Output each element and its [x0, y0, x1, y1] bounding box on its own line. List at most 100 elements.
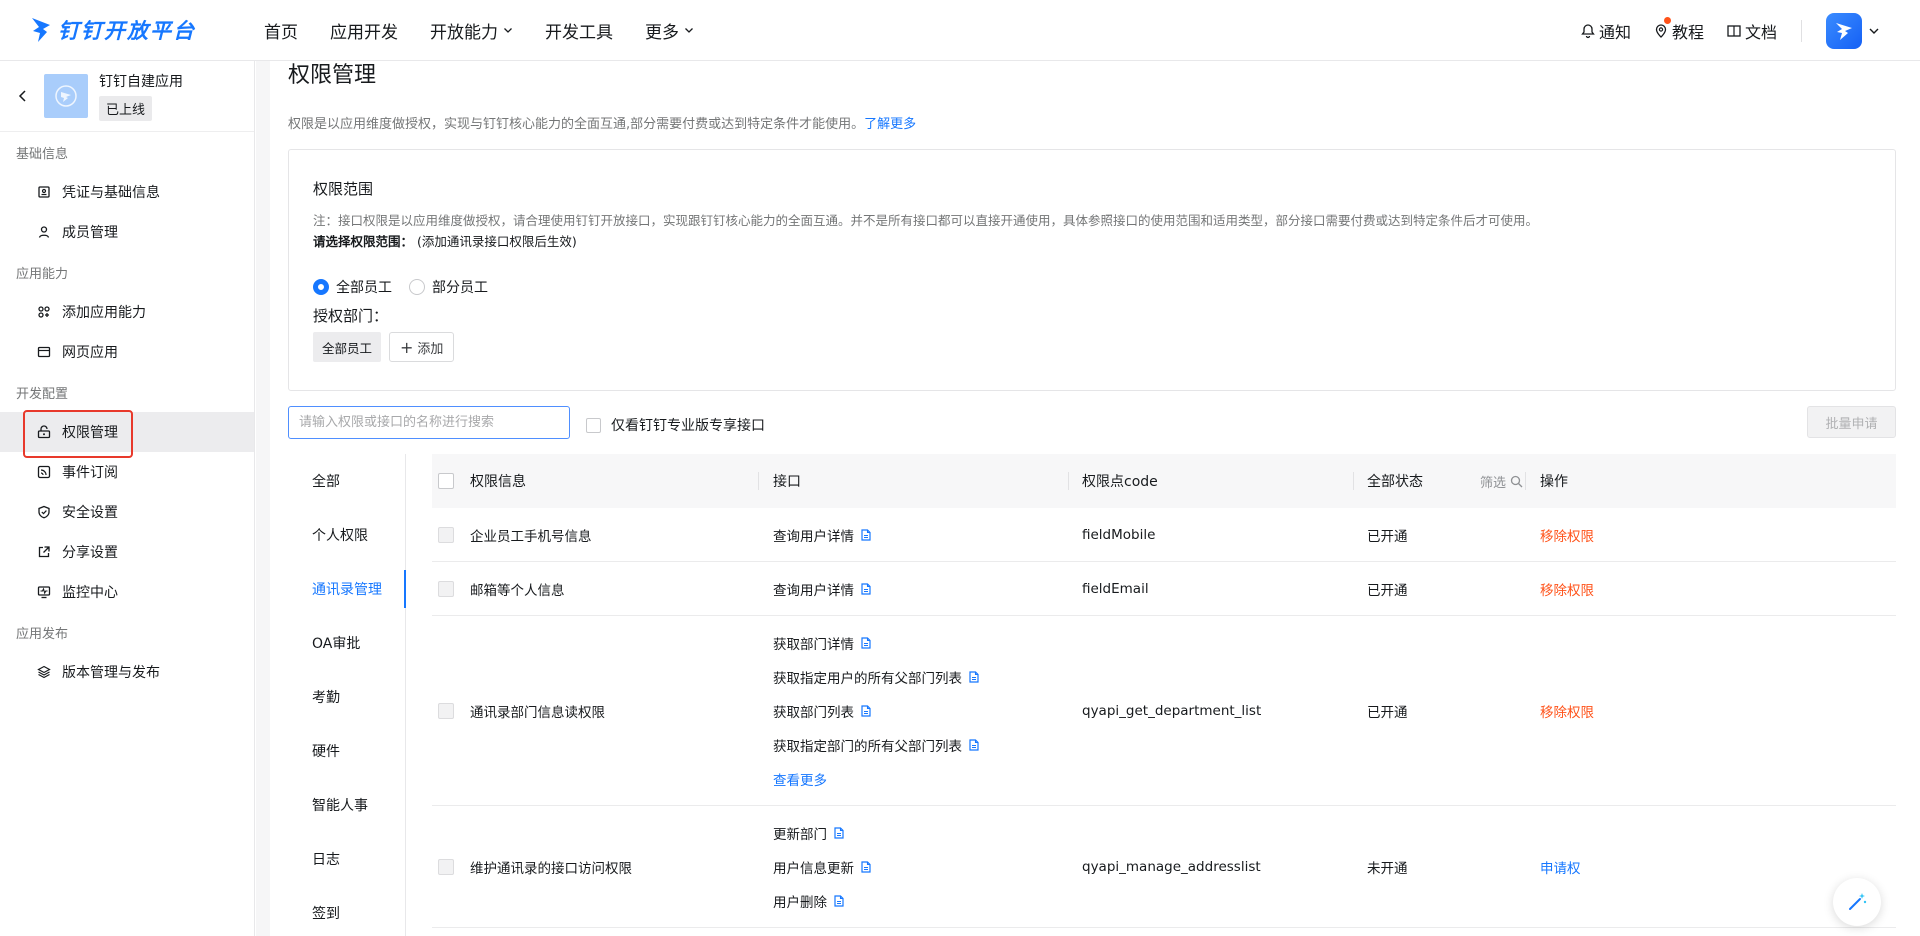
brand-logo[interactable]: 钉钉开放平台: [30, 15, 230, 45]
book-icon: [1727, 24, 1741, 37]
document-icon[interactable]: [833, 827, 845, 839]
apply-permission-button[interactable]: 申请权: [1540, 806, 1581, 928]
column-divider: [1525, 472, 1526, 490]
pro-only-checkbox[interactable]: 仅看钉钉专业版专享接口: [586, 415, 765, 435]
radio-part-staff[interactable]: 部分员工: [409, 277, 488, 297]
row-checkbox[interactable]: [438, 859, 454, 875]
webpage-icon: [37, 346, 51, 358]
status-text: 已开通: [1367, 705, 1408, 721]
permission-name: 企业员工手机号信息: [470, 529, 592, 545]
api-link[interactable]: 用户信息更新: [773, 850, 872, 884]
radio-part-label: 部分员工: [432, 280, 488, 296]
notify-link[interactable]: 通知: [1580, 19, 1631, 43]
document-icon[interactable]: [860, 861, 872, 873]
sidebar-item[interactable]: 网页应用: [0, 332, 254, 372]
sidebar-item[interactable]: 版本管理与发布: [0, 652, 254, 692]
document-icon[interactable]: [860, 583, 872, 595]
docs-link[interactable]: 文档: [1726, 19, 1777, 43]
sidebar-item[interactable]: 监控中心: [0, 572, 254, 612]
category-item[interactable]: OA审批: [288, 616, 405, 670]
document-icon[interactable]: [968, 739, 980, 751]
api-name: 查询用户详情: [773, 583, 854, 599]
sidebar-item-label: 分享设置: [62, 545, 118, 561]
category-item[interactable]: 全部: [288, 454, 405, 508]
nav-item[interactable]: 开发工具: [545, 18, 613, 43]
document-icon[interactable]: [833, 895, 845, 907]
view-more-link[interactable]: 查看更多: [773, 762, 980, 796]
batch-apply-button[interactable]: 批量申请: [1807, 406, 1896, 438]
sidebar-item-label: 版本管理与发布: [62, 665, 160, 681]
sidebar-item-label: 成员管理: [62, 225, 118, 241]
permission-table: 权限信息 接口 权限点code 全部状态 筛选 操作 企业员工手机号信息 查询用户…: [432, 454, 1896, 928]
avatar[interactable]: [1826, 12, 1862, 49]
pro-only-label: 仅看钉钉专业版专享接口: [611, 418, 765, 434]
remove-permission-button[interactable]: 移除权限: [1540, 562, 1594, 616]
row-checkbox[interactable]: [438, 703, 454, 719]
permission-code: fieldMobile: [1082, 527, 1156, 543]
sidebar-item[interactable]: 事件订阅: [0, 452, 254, 492]
document-icon[interactable]: [860, 637, 872, 649]
api-link[interactable]: 查询用户详情: [773, 518, 872, 552]
search-input[interactable]: [288, 406, 570, 439]
sidebar-item[interactable]: 成员管理: [0, 212, 254, 252]
sidebar-group-title: 应用发布: [16, 626, 69, 642]
nav-item-label: 更多: [645, 22, 679, 43]
nav-item[interactable]: 应用开发: [330, 18, 398, 43]
row-checkbox[interactable]: [438, 527, 454, 543]
status-badge: 已上线: [99, 96, 153, 121]
radio-all-staff[interactable]: 全部员工: [313, 277, 392, 297]
category-item[interactable]: 签到: [288, 886, 405, 936]
category-item[interactable]: 日志: [288, 832, 405, 886]
main-nav: 首页 应用开发 开放能力 开发工具 更多: [264, 18, 726, 43]
permission-code: qyapi_manage_addresslist: [1082, 859, 1261, 875]
bell-icon: [1581, 23, 1595, 38]
magic-wand-icon: [1849, 893, 1867, 910]
nav-item-label: 应用开发: [330, 22, 398, 43]
nav-item[interactable]: 更多: [645, 18, 694, 43]
document-icon[interactable]: [860, 705, 872, 717]
sidebar-item[interactable]: 添加应用能力: [0, 292, 254, 332]
category-item[interactable]: 通讯录管理: [288, 562, 406, 616]
api-list: 获取部门详情 获取指定用户的所有父部门列表 获取部门列表 获取指定部门的所有父部门列表…: [773, 626, 980, 796]
select-all-checkbox[interactable]: [438, 473, 454, 489]
document-icon[interactable]: [860, 529, 872, 541]
status-filter[interactable]: 筛选: [1480, 454, 1523, 508]
add-dept-label: 添加: [417, 341, 444, 357]
category-item[interactable]: 硬件: [288, 724, 405, 778]
nav-item-label: 开发工具: [545, 22, 613, 43]
sidebar-item[interactable]: 分享设置: [0, 532, 254, 572]
sidebar-item[interactable]: 凭证与基础信息: [0, 172, 254, 212]
header-tools: 通知 教程 文档: [1580, 0, 1920, 61]
brand-name: 钉钉开放平台: [58, 19, 196, 43]
api-link[interactable]: 用户删除: [773, 884, 872, 918]
chevron-down-icon[interactable]: [1868, 25, 1880, 37]
back-arrow-icon[interactable]: [16, 89, 30, 103]
sidebar-item[interactable]: 权限管理: [0, 410, 254, 458]
nav-item[interactable]: 开放能力: [430, 18, 513, 43]
api-link[interactable]: 获取部门列表: [773, 694, 980, 728]
learn-more-link[interactable]: 了解更多: [864, 117, 916, 132]
remove-permission-button[interactable]: 移除权限: [1540, 508, 1594, 562]
api-link[interactable]: 获取指定部门的所有父部门列表: [773, 728, 980, 762]
add-dept-button[interactable]: + 添加: [389, 332, 455, 362]
ai-assistant-button[interactable]: [1833, 878, 1881, 926]
api-link[interactable]: 查询用户详情: [773, 572, 872, 606]
nav-item[interactable]: 首页: [264, 18, 298, 43]
category-item[interactable]: 智能人事: [288, 778, 405, 832]
permission-name: 邮箱等个人信息: [470, 583, 565, 599]
remove-permission-button[interactable]: 移除权限: [1540, 616, 1594, 806]
sidebar-item-label: 网页应用: [62, 345, 118, 361]
api-link[interactable]: 获取指定用户的所有父部门列表: [773, 660, 980, 694]
nav-item-label: 开放能力: [430, 22, 498, 43]
tutorial-link[interactable]: 教程: [1653, 16, 1704, 43]
permission-scope-card: 权限范围 注：接口权限是以应用维度做授权，请合理使用钉钉开放接口，实现跟钉钉核心…: [288, 149, 1896, 391]
document-icon[interactable]: [968, 671, 980, 683]
sidebar-item[interactable]: 安全设置: [0, 492, 254, 532]
api-link[interactable]: 更新部门: [773, 816, 872, 850]
api-link[interactable]: 获取部门详情: [773, 626, 980, 660]
api-name: 用户信息更新: [773, 861, 854, 877]
category-item[interactable]: 考勤: [288, 670, 405, 724]
row-checkbox[interactable]: [438, 581, 454, 597]
category-item[interactable]: 个人权限: [288, 508, 405, 562]
api-list: 查询用户详情: [773, 518, 872, 552]
